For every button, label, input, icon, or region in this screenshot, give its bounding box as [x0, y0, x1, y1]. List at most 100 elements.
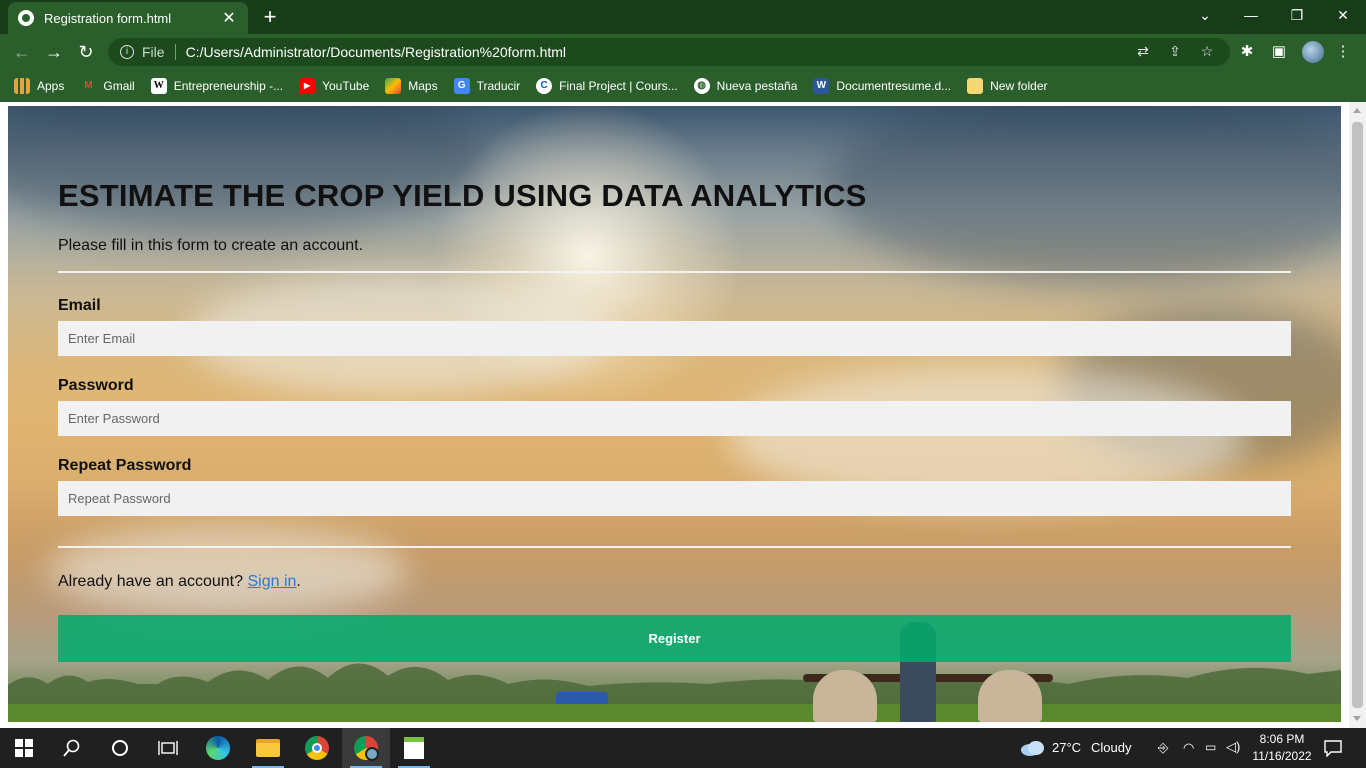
- wikipedia-icon: W: [150, 78, 167, 94]
- repeat-password-label: Repeat Password: [58, 457, 192, 474]
- bookmark-label: Gmail: [103, 79, 135, 93]
- scrollbar-thumb[interactable]: [1352, 122, 1363, 708]
- password-field[interactable]: [58, 401, 1291, 436]
- restore-button[interactable]: ❐: [1274, 0, 1320, 30]
- chrome-icon: [305, 736, 329, 760]
- clock-time: 8:06 PM: [1259, 732, 1305, 746]
- address-bar[interactable]: i File C:/Users/Administrator/Documents/…: [108, 38, 1230, 66]
- share-icon[interactable]: ⇪: [1166, 42, 1184, 60]
- bookmark-label: YouTube: [322, 79, 370, 93]
- extensions-icon[interactable]: ✱: [1237, 42, 1257, 62]
- browser-titlebar: Registration form.html ✕ + ⌄ — ❐ ✕: [0, 0, 1366, 34]
- email-field[interactable]: [58, 321, 1291, 356]
- notifications-icon[interactable]: [1323, 739, 1343, 757]
- bookmark-apps[interactable]: Apps: [14, 78, 64, 94]
- edge-icon: [206, 736, 230, 760]
- maps-icon: [385, 78, 402, 94]
- forward-button[interactable]: →: [40, 38, 68, 66]
- bookmark-youtube[interactable]: ▶ YouTube: [299, 78, 369, 94]
- signin-text: Already have an account? Sign in.: [58, 573, 301, 591]
- address-scheme: File: [142, 44, 165, 60]
- cortana-button[interactable]: [96, 728, 144, 768]
- page-heading: ESTIMATE THE CROP YIELD USING DATA ANALY…: [58, 178, 867, 213]
- bookmarks-bar: Apps M Gmail W Entrepreneurship -... ▶ Y…: [0, 70, 1366, 102]
- bookmark-new-folder[interactable]: New folder: [967, 78, 1047, 94]
- signin-link[interactable]: Sign in: [247, 573, 296, 590]
- page-favicon-icon: [18, 10, 34, 26]
- scroll-down-icon[interactable]: [1353, 716, 1361, 721]
- reload-button[interactable]: ↻: [72, 38, 100, 66]
- gmail-icon: M: [84, 80, 93, 91]
- weather-description[interactable]: Cloudy: [1091, 740, 1131, 755]
- repeat-password-field[interactable]: [58, 481, 1291, 516]
- start-button[interactable]: [0, 728, 48, 768]
- bookmark-documentresume[interactable]: W Documentresume.d...: [813, 78, 951, 94]
- new-tab-button[interactable]: +: [258, 4, 282, 30]
- youtube-icon: ▶: [299, 78, 316, 94]
- cloud-shape: [8, 106, 488, 236]
- translate-icon: G: [453, 78, 470, 94]
- windows-logo-icon: [15, 739, 33, 757]
- clock-date: 11/16/2022: [1252, 749, 1312, 763]
- apps-grid-icon: [14, 78, 30, 94]
- address-url[interactable]: C:/Users/Administrator/Documents/Registr…: [186, 44, 566, 60]
- bookmark-star-icon[interactable]: ☆: [1198, 42, 1216, 60]
- bookmark-final-project[interactable]: C Final Project | Cours...: [536, 78, 678, 94]
- password-label: Password: [58, 377, 134, 394]
- address-separator: [174, 44, 176, 60]
- chrome-profile-app-button[interactable]: [342, 728, 390, 768]
- divider: [58, 271, 1291, 273]
- email-label: Email: [58, 297, 101, 314]
- wifi-icon[interactable]: ◠: [1183, 740, 1194, 756]
- file-explorer-button[interactable]: [244, 728, 292, 768]
- browser-tab[interactable]: Registration form.html ✕: [8, 2, 248, 34]
- tab-close-icon[interactable]: ✕: [220, 8, 238, 28]
- bookmark-traducir[interactable]: G Traducir: [453, 78, 521, 94]
- minimize-button[interactable]: —: [1228, 0, 1274, 30]
- battery-icon[interactable]: ▭: [1205, 740, 1216, 754]
- bookmark-entrepreneurship[interactable]: W Entrepreneurship -...: [150, 78, 284, 94]
- bookmark-label: New folder: [990, 79, 1048, 93]
- bookmark-nueva-pestana[interactable]: ◍ Nueva pestaña: [693, 78, 797, 94]
- notepad-icon: [404, 737, 424, 759]
- browser-toolbar: ← → ↻ i File C:/Users/Administrator/Docu…: [0, 34, 1366, 70]
- edge-app-button[interactable]: [194, 728, 242, 768]
- bookmark-label: Entrepreneurship -...: [173, 79, 284, 93]
- meet-now-icon[interactable]: ⎆: [1158, 740, 1168, 756]
- page-content: ESTIMATE THE CROP YIELD USING DATA ANALY…: [0, 102, 1366, 728]
- scroll-up-icon[interactable]: [1353, 108, 1361, 113]
- weather-temperature[interactable]: 27°C: [1052, 740, 1081, 755]
- profile-avatar[interactable]: [1302, 41, 1324, 63]
- chrome-profile-icon: [354, 736, 379, 761]
- side-panel-icon[interactable]: ▣: [1269, 42, 1289, 62]
- back-button[interactable]: ←: [8, 38, 36, 66]
- register-button[interactable]: Register: [58, 615, 1291, 662]
- menu-kebab-icon[interactable]: ⋮: [1333, 42, 1353, 62]
- bookmark-gmail[interactable]: M Gmail: [80, 78, 135, 94]
- cloud-shape: [828, 106, 1341, 286]
- notepad-app-button[interactable]: [390, 728, 438, 768]
- background-image: ESTIMATE THE CROP YIELD USING DATA ANALY…: [8, 106, 1341, 722]
- bookmark-label: Traducir: [476, 79, 521, 93]
- tab-search-icon[interactable]: ⌄: [1182, 0, 1228, 30]
- chrome-app-button[interactable]: [293, 728, 341, 768]
- file-explorer-icon: [256, 739, 280, 757]
- close-window-button[interactable]: ✕: [1320, 0, 1366, 30]
- volume-icon[interactable]: ◁): [1226, 739, 1240, 755]
- bookmark-label: Apps: [37, 79, 65, 93]
- system-clock[interactable]: 8:06 PM 11/16/2022: [1244, 731, 1320, 765]
- bookmark-label: Final Project | Cours...: [559, 79, 678, 93]
- cloudy-weather-icon: [1021, 741, 1044, 756]
- folder-icon: [967, 78, 984, 94]
- site-info-icon[interactable]: i: [120, 45, 134, 59]
- bull-figure: [978, 670, 1042, 722]
- search-button[interactable]: [48, 728, 96, 768]
- signin-suffix: .: [296, 573, 301, 590]
- cloud-shape: [48, 526, 408, 616]
- bookmark-maps[interactable]: Maps: [385, 78, 438, 94]
- translate-icon[interactable]: ⇄: [1134, 42, 1152, 60]
- coursera-icon: C: [536, 78, 553, 94]
- task-view-button[interactable]: [144, 728, 192, 768]
- form-subtitle: Please fill in this form to create an ac…: [58, 237, 364, 254]
- page-scrollbar[interactable]: [1349, 102, 1366, 728]
